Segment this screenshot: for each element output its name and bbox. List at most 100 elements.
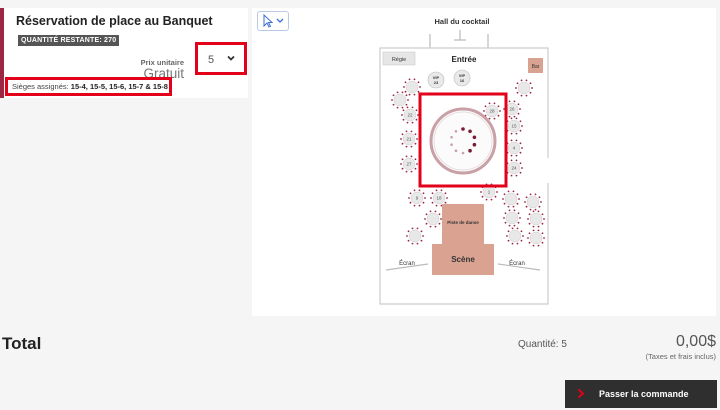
seat-dot — [529, 91, 532, 94]
seat-dot — [515, 87, 517, 89]
seat-dot — [410, 130, 413, 133]
stage-label: Scène — [451, 255, 475, 264]
table-surface — [526, 195, 540, 209]
seat-dot — [516, 227, 519, 230]
seat-dot — [537, 229, 540, 232]
seat-dot — [517, 212, 520, 215]
selected-seat — [454, 129, 458, 133]
seat-dot — [515, 132, 518, 135]
seat-dot — [414, 142, 417, 145]
seat-map[interactable]: Hall du cocktail Entrée Régie Bar VIP 23… — [252, 8, 716, 316]
seat-dot — [516, 202, 519, 205]
seat-dot — [519, 129, 522, 132]
seat-dot — [414, 133, 417, 136]
seat-dot — [483, 110, 485, 112]
seat-dot — [413, 78, 416, 81]
seat-dot — [537, 244, 540, 247]
quantity-value: 5 — [208, 54, 215, 66]
seat-dot — [396, 106, 399, 109]
seat-dot — [503, 202, 506, 205]
seat-dot — [529, 82, 532, 85]
vip-table[interactable]: VIP 23 — [427, 71, 445, 89]
seat-dot — [409, 192, 412, 195]
seat-dot — [444, 192, 447, 195]
seat-dot — [418, 204, 421, 207]
seat-dot — [431, 192, 434, 195]
table-surface — [505, 211, 519, 225]
table-surface — [405, 80, 419, 94]
seat-dot — [402, 109, 405, 112]
seat-dot — [504, 212, 507, 215]
table-number: 26 — [509, 107, 515, 112]
seat-dot — [411, 242, 414, 245]
seat-dot — [440, 189, 443, 192]
seat-dot — [406, 121, 409, 124]
seat-dot — [494, 195, 497, 198]
seat-dot — [446, 197, 448, 199]
seat-dot — [511, 242, 514, 245]
seat-dot — [434, 225, 437, 228]
dance-floor-label: Piste de danse — [447, 220, 479, 225]
seat-dot — [513, 224, 516, 227]
seat-dot — [405, 130, 408, 133]
seat-dot — [516, 91, 519, 94]
vip-table[interactable]: VIP 16 — [453, 69, 471, 87]
total-label: Total — [2, 334, 42, 353]
seat-dot — [396, 91, 399, 94]
seat-dot — [400, 163, 402, 165]
seat-dot — [493, 102, 496, 105]
seat-dot — [541, 241, 544, 244]
seat-dot — [404, 90, 407, 93]
seat-dot — [508, 224, 511, 227]
regie-label: Régie — [392, 57, 406, 63]
seat-dot — [405, 145, 408, 148]
chevron-down-icon — [227, 55, 235, 61]
seat-dot — [534, 193, 537, 196]
seat-dot — [513, 115, 516, 118]
seat-dot — [525, 79, 528, 82]
seat-dot — [392, 103, 395, 106]
seat-dot — [422, 235, 424, 237]
seat-dot — [410, 145, 413, 148]
seat-dot — [521, 167, 523, 169]
seat-dot — [392, 94, 395, 97]
seat-dot — [532, 229, 535, 232]
seat-dot — [440, 218, 442, 220]
selected-seat — [461, 127, 465, 131]
table-number: 27 — [406, 162, 412, 167]
seat-dot — [434, 210, 437, 213]
seat-dot — [507, 230, 510, 233]
seat-dot — [521, 147, 523, 149]
seat-dot — [524, 201, 526, 203]
seat-dot — [516, 82, 519, 85]
selected-table[interactable] — [429, 107, 497, 175]
select-tool-button[interactable] — [257, 11, 289, 31]
seat-dot — [408, 78, 411, 81]
seat-dot — [413, 204, 416, 207]
table-surface — [504, 192, 518, 206]
seat-dot — [400, 138, 402, 140]
seat-dot — [541, 222, 544, 225]
seat-dot — [522, 235, 524, 237]
seat-dot — [538, 205, 541, 208]
seat-dot — [484, 105, 487, 108]
seat-dot — [416, 138, 418, 140]
seat-dot — [488, 102, 491, 105]
table-surface — [393, 93, 407, 107]
seat-dot — [529, 193, 532, 196]
checkout-button[interactable]: Passer la commande — [565, 380, 717, 408]
quantity-select[interactable]: 5 — [195, 42, 247, 75]
pointer-icon — [263, 13, 284, 28]
seat-dot — [497, 105, 500, 108]
seat-dot — [496, 191, 498, 193]
seat-dot — [425, 213, 428, 216]
seat-dot — [532, 225, 535, 228]
seat-dot — [407, 99, 409, 101]
table-number: 22 — [407, 113, 413, 118]
seat-dot — [527, 237, 529, 239]
seat-dot — [497, 114, 500, 117]
seat-dot — [508, 100, 511, 103]
seat-dot — [513, 100, 516, 103]
seat-dot — [531, 87, 533, 89]
seat-dot — [419, 86, 421, 88]
